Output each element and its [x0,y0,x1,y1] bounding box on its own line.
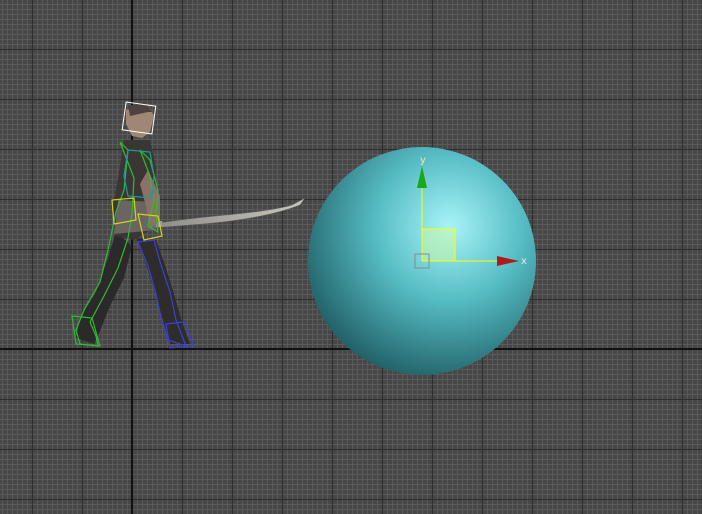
sword-object[interactable] [142,197,306,229]
perspective-viewport[interactable]: y x [0,0,702,514]
gizmo-x-label: x [521,256,527,267]
character-object[interactable] [71,101,306,349]
gizmo-xy-plane-handle[interactable] [422,229,455,261]
scene-canvas: y x [71,101,536,375]
gizmo-y-label: y [420,155,426,166]
